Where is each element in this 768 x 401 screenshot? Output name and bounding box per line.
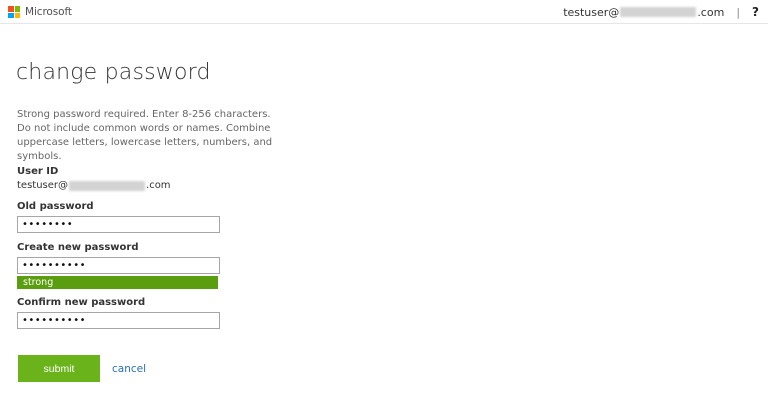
password-requirements: Strong password required. Enter 8-256 ch… [17, 109, 273, 162]
confirm-password-input[interactable]: •••••••••• [17, 312, 220, 329]
redacted-domain [620, 7, 697, 17]
submit-button[interactable]: submit [18, 355, 100, 382]
user-area: testuser@ .com | ? [563, 4, 768, 20]
header-separator: | [736, 5, 741, 19]
old-password-label: Old password [17, 201, 94, 212]
user-id-suffix: .com [146, 180, 171, 191]
new-password-label: Create new password [17, 242, 139, 253]
old-password-input[interactable]: •••••••• [17, 216, 220, 233]
redacted-domain [69, 180, 146, 191]
cancel-link[interactable]: cancel [112, 363, 146, 375]
account-email-suffix: .com [697, 5, 725, 19]
user-id-label: User ID [17, 166, 59, 177]
page-title: change password [16, 60, 211, 85]
account-email-prefix: testuser@ [563, 5, 620, 19]
brand-name: Microsoft [25, 6, 72, 18]
user-id-value: testuser@ .com [17, 180, 171, 191]
account-email[interactable]: testuser@ .com [563, 6, 724, 19]
confirm-password-label: Confirm new password [17, 297, 146, 308]
help-button[interactable]: ? [752, 5, 759, 19]
microsoft-logo[interactable]: Microsoft [8, 5, 72, 19]
top-bar: Microsoft testuser@ .com | ? [0, 0, 768, 24]
microsoft-squares-icon [8, 6, 20, 18]
password-strength-indicator: strong [17, 276, 218, 289]
user-id-prefix: testuser@ [17, 180, 69, 191]
new-password-input[interactable]: •••••••••• [17, 257, 220, 274]
